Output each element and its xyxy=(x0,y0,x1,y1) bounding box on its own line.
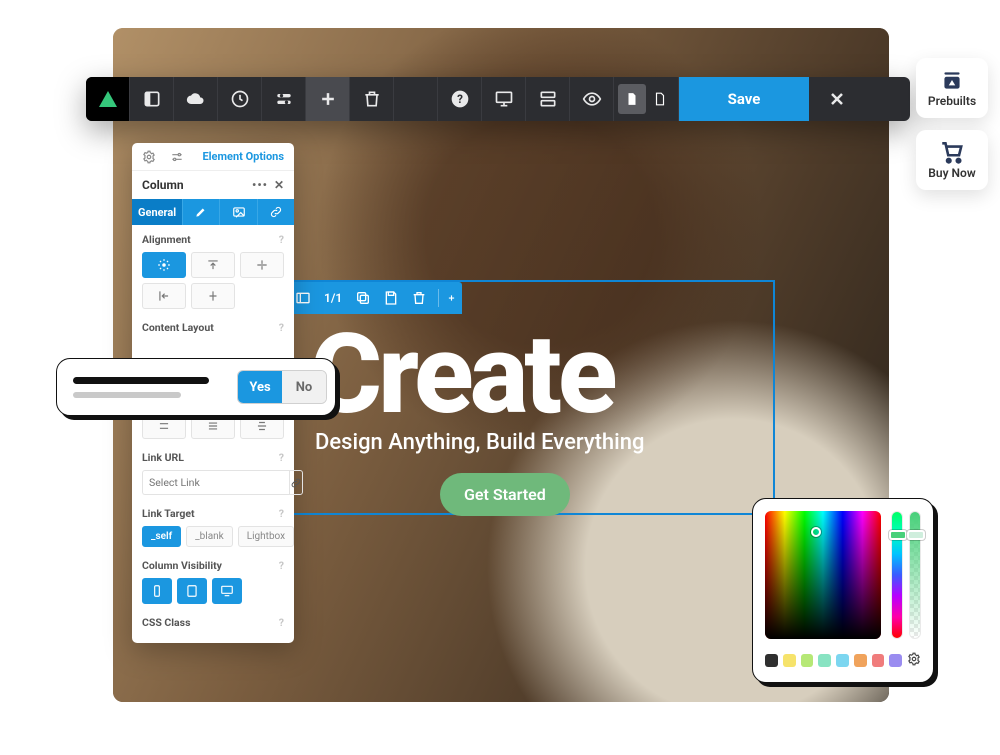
selection-page-count: 1/1 xyxy=(322,291,344,305)
css-class-help-icon[interactable]: ? xyxy=(279,616,284,629)
layout-opt-6[interactable] xyxy=(240,413,284,439)
page-mode-switch xyxy=(614,77,679,121)
link-picker-icon[interactable] xyxy=(289,470,303,495)
desktop-preview-icon[interactable] xyxy=(482,77,526,121)
app-logo[interactable] xyxy=(86,77,130,121)
align-top[interactable] xyxy=(191,252,235,278)
link-target-self[interactable]: _self xyxy=(142,526,181,547)
color-swatch[interactable] xyxy=(818,654,831,667)
selection-duplicate-icon[interactable] xyxy=(354,289,372,307)
subtab-general[interactable]: General xyxy=(132,199,183,225)
content-layout-help-icon[interactable]: ? xyxy=(279,321,284,334)
visibility-mobile[interactable] xyxy=(142,578,172,604)
css-class-label: CSS Class xyxy=(142,616,190,629)
color-swatch[interactable] xyxy=(765,654,778,667)
delete-icon[interactable] xyxy=(350,77,394,121)
preferences-icon[interactable] xyxy=(262,77,306,121)
link-target-help-icon[interactable]: ? xyxy=(279,507,284,520)
link-url-input[interactable] xyxy=(142,470,289,495)
link-target-lightbox[interactable]: Lightbox xyxy=(238,526,294,547)
color-cursor[interactable] xyxy=(811,527,821,537)
align-center[interactable] xyxy=(191,283,235,309)
alpha-thumb[interactable] xyxy=(907,530,925,540)
alignment-help-icon[interactable]: ? xyxy=(279,233,284,246)
layout-opt-4[interactable] xyxy=(142,413,186,439)
subtab-extras-icon[interactable] xyxy=(258,199,294,225)
hero-cta-button[interactable]: Get Started xyxy=(440,473,570,516)
swatch-row xyxy=(765,651,921,670)
prompt-text-placeholder xyxy=(73,377,227,398)
align-middle[interactable] xyxy=(240,252,284,278)
buy-now-widget[interactable]: Buy Now xyxy=(916,130,988,190)
selection-container-icon[interactable] xyxy=(294,289,312,307)
preview-eye-icon[interactable] xyxy=(570,77,614,121)
visibility-desktop[interactable] xyxy=(212,578,242,604)
hero-title: Create xyxy=(310,320,614,430)
cloud-save-icon[interactable] xyxy=(174,77,218,121)
swatch-settings-icon[interactable] xyxy=(907,651,921,670)
panel-gear-icon[interactable] xyxy=(142,150,156,164)
panel-title: Column xyxy=(142,178,184,192)
close-button[interactable] xyxy=(809,77,865,121)
layout-rows-icon[interactable] xyxy=(526,77,570,121)
prompt-no-button[interactable]: No xyxy=(282,371,326,403)
panel-sliders-icon[interactable] xyxy=(170,150,184,164)
hue-thumb[interactable] xyxy=(889,530,907,540)
buy-now-label: Buy Now xyxy=(920,166,984,180)
layout-opt-5[interactable] xyxy=(191,413,235,439)
selection-save-icon[interactable] xyxy=(382,289,400,307)
alpha-slider[interactable] xyxy=(909,511,921,639)
visibility-tablet[interactable] xyxy=(177,578,207,604)
subtab-background-icon[interactable] xyxy=(220,199,257,225)
column-visibility-label: Column Visibility xyxy=(142,559,222,572)
column-visibility-help-icon[interactable]: ? xyxy=(279,559,284,572)
panel-more-icon[interactable]: ••• xyxy=(252,178,268,192)
svg-text:?: ? xyxy=(457,92,463,106)
prompt-yes-button[interactable]: Yes xyxy=(238,371,282,403)
color-swatch[interactable] xyxy=(854,654,867,667)
link-target-blank[interactable]: _blank xyxy=(186,526,233,547)
align-default[interactable] xyxy=(142,252,186,278)
selection-delete-icon[interactable] xyxy=(410,289,428,307)
alignment-label: Alignment xyxy=(142,233,191,246)
link-url-label: Link URL xyxy=(142,451,184,464)
add-element-button[interactable] xyxy=(306,77,350,121)
hero-subtitle: Design Anything, Build Everything xyxy=(315,430,644,455)
top-toolbar: ? Save xyxy=(86,77,910,121)
page-mode-a[interactable] xyxy=(618,84,646,114)
prebuilts-icon xyxy=(920,66,984,94)
color-picker xyxy=(752,498,934,683)
hue-slider[interactable] xyxy=(891,511,903,639)
confirm-prompt: Yes No xyxy=(56,358,336,416)
cart-icon xyxy=(920,138,984,166)
prebuilts-label: Prebuilts xyxy=(920,94,984,108)
help-icon[interactable]: ? xyxy=(438,77,482,121)
content-layout-label: Content Layout xyxy=(142,321,214,334)
page-mode-b[interactable] xyxy=(646,84,674,114)
prebuilts-widget[interactable]: Prebuilts xyxy=(916,58,988,118)
color-swatch[interactable] xyxy=(836,654,849,667)
color-field[interactable] xyxy=(765,511,881,639)
color-swatch[interactable] xyxy=(783,654,796,667)
selection-add-icon[interactable] xyxy=(438,289,456,307)
color-swatch[interactable] xyxy=(872,654,885,667)
side-widgets: Prebuilts Buy Now xyxy=(916,58,988,190)
link-target-label: Link Target xyxy=(142,507,195,520)
align-left[interactable] xyxy=(142,283,186,309)
subtab-design-icon[interactable] xyxy=(183,199,220,225)
color-swatch[interactable] xyxy=(889,654,902,667)
link-url-help-icon[interactable]: ? xyxy=(279,451,284,464)
sidebar-toggle-icon[interactable] xyxy=(130,77,174,121)
save-button[interactable]: Save xyxy=(679,77,809,121)
element-options-tab[interactable]: Element Options xyxy=(202,150,284,163)
panel-close-icon[interactable]: ✕ xyxy=(274,178,284,192)
color-swatch[interactable] xyxy=(801,654,814,667)
history-icon[interactable] xyxy=(218,77,262,121)
